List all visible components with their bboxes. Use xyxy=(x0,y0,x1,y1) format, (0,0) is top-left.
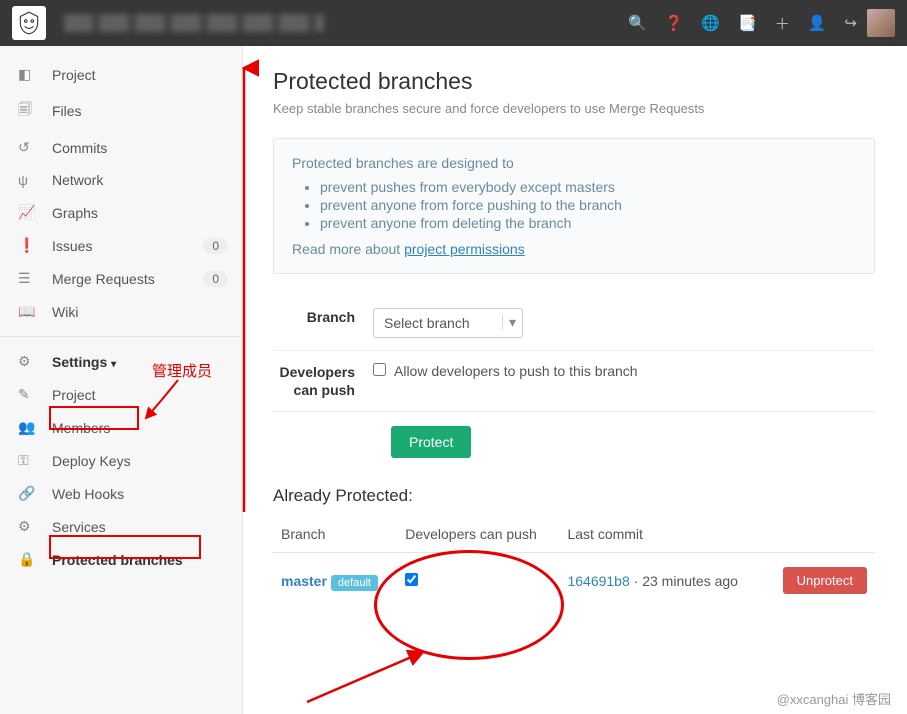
table-row: masterdefault 164691b8 · 23 minutes ago … xyxy=(273,553,875,609)
main-content: Protected branches Keep stable branches … xyxy=(243,46,907,714)
already-protected-heading: Already Protected: xyxy=(273,486,875,506)
row-devpush-checkbox[interactable] xyxy=(405,573,418,586)
issues-count: 0 xyxy=(203,238,228,254)
group-icon: 👥 xyxy=(18,419,36,436)
dashboard-icon: ◧ xyxy=(18,66,36,83)
devpush-text: Allow developers to push to this branch xyxy=(394,363,638,379)
sidebar-item-project[interactable]: ◧Project xyxy=(0,58,242,91)
protected-table: Branch Developers can push Last commit m… xyxy=(273,516,875,608)
sidebar-item-settings-project[interactable]: ✎Project xyxy=(0,378,242,411)
gears-icon: ⚙ xyxy=(18,353,36,370)
branch-label: Branch xyxy=(273,308,373,326)
th-lastcommit: Last commit xyxy=(559,516,764,553)
logout-icon[interactable]: ↪ xyxy=(844,14,857,32)
page-subtitle: Keep stable branches secure and force de… xyxy=(273,101,875,116)
th-actions xyxy=(765,516,875,553)
sidebar-item-commits[interactable]: ↺Commits xyxy=(0,131,242,164)
sidebar-settings-heading[interactable]: ⚙Settings ▾ xyxy=(0,345,242,378)
history-icon: ↺ xyxy=(18,139,36,156)
form-row-branch: Branch Select branch xyxy=(273,296,875,351)
plus-icon[interactable]: ＋ xyxy=(775,13,790,34)
sidebar-item-merge-requests[interactable]: ☰Merge Requests0 xyxy=(0,262,242,295)
default-badge: default xyxy=(331,575,378,591)
watermark: @xxcanghai 博客园 xyxy=(777,689,891,708)
devpush-checkbox[interactable] xyxy=(373,363,386,376)
link-icon: 🔗 xyxy=(18,485,36,502)
logo[interactable] xyxy=(12,6,46,40)
annotation-arrow-ellipse xyxy=(303,646,453,706)
avatar[interactable] xyxy=(867,9,895,37)
project-permissions-link[interactable]: project permissions xyxy=(404,241,525,257)
sidebar-item-files[interactable]: 🗐Files xyxy=(0,91,242,131)
well-item: prevent anyone from force pushing to the… xyxy=(320,197,856,213)
alert-icon: ❗ xyxy=(18,237,36,254)
sidebar-item-network[interactable]: ψNetwork xyxy=(0,164,242,196)
unprotect-button[interactable]: Unprotect xyxy=(783,567,867,594)
list-icon: ☰ xyxy=(18,270,36,287)
globe-icon[interactable]: 🌐 xyxy=(701,14,720,32)
th-devpush: Developers can push xyxy=(397,516,559,553)
sidebar-item-members[interactable]: 👥Members xyxy=(0,411,242,444)
commit-sha-link[interactable]: 164691b8 xyxy=(567,573,629,589)
chevron-down-icon: ▾ xyxy=(111,359,116,370)
sidebar-item-deploy-keys[interactable]: ⚿Deploy Keys xyxy=(0,444,242,477)
copy-icon[interactable]: 📑 xyxy=(738,14,757,32)
well-intro: Protected branches are designed to xyxy=(292,155,856,171)
form-row-devpush: Developers can push Allow developers to … xyxy=(273,351,875,412)
th-branch: Branch xyxy=(273,516,397,553)
commit-age: 23 minutes ago xyxy=(642,573,738,589)
pencil-icon: ✎ xyxy=(18,386,36,403)
lock-icon: 🔒 xyxy=(18,551,36,568)
breadcrumb xyxy=(64,14,324,32)
branch-link[interactable]: master xyxy=(281,573,327,589)
protect-button[interactable]: Protect xyxy=(391,426,471,458)
topbar-actions: 🔍 ❓ 🌐 📑 ＋ 👤 ↪ xyxy=(628,13,857,34)
files-icon: 🗐 xyxy=(18,99,36,123)
well-item: prevent anyone from deleting the branch xyxy=(320,215,856,231)
sidebar-item-graphs[interactable]: 📈Graphs xyxy=(0,196,242,229)
cog-icon: ⚙ xyxy=(18,518,36,535)
branch-select[interactable]: Select branch xyxy=(373,308,523,338)
search-icon[interactable]: 🔍 xyxy=(628,14,647,32)
user-icon[interactable]: 👤 xyxy=(808,14,827,32)
topbar: 🔍 ❓ 🌐 📑 ＋ 👤 ↪ xyxy=(0,0,907,46)
sidebar-item-issues[interactable]: ❗Issues0 xyxy=(0,229,242,262)
sidebar-item-protected-branches[interactable]: 🔒Protected branches xyxy=(0,543,242,576)
sidebar: ◧Project 🗐Files ↺Commits ψNetwork 📈Graph… xyxy=(0,46,243,714)
info-well: Protected branches are designed to preve… xyxy=(273,138,875,274)
devpush-label: Developers can push xyxy=(273,363,373,399)
page-title: Protected branches xyxy=(273,68,875,95)
help-icon[interactable]: ❓ xyxy=(665,14,684,32)
book-icon: 📖 xyxy=(18,303,36,320)
chart-icon: 📈 xyxy=(18,204,36,221)
fork-icon: ψ xyxy=(18,172,36,188)
key-icon: ⚿ xyxy=(18,452,36,469)
well-item: prevent pushes from everybody except mas… xyxy=(320,179,856,195)
sidebar-item-services[interactable]: ⚙Services xyxy=(0,510,242,543)
mr-count: 0 xyxy=(203,271,228,287)
sidebar-item-wiki[interactable]: 📖Wiki xyxy=(0,295,242,328)
sidebar-item-web-hooks[interactable]: 🔗Web Hooks xyxy=(0,477,242,510)
